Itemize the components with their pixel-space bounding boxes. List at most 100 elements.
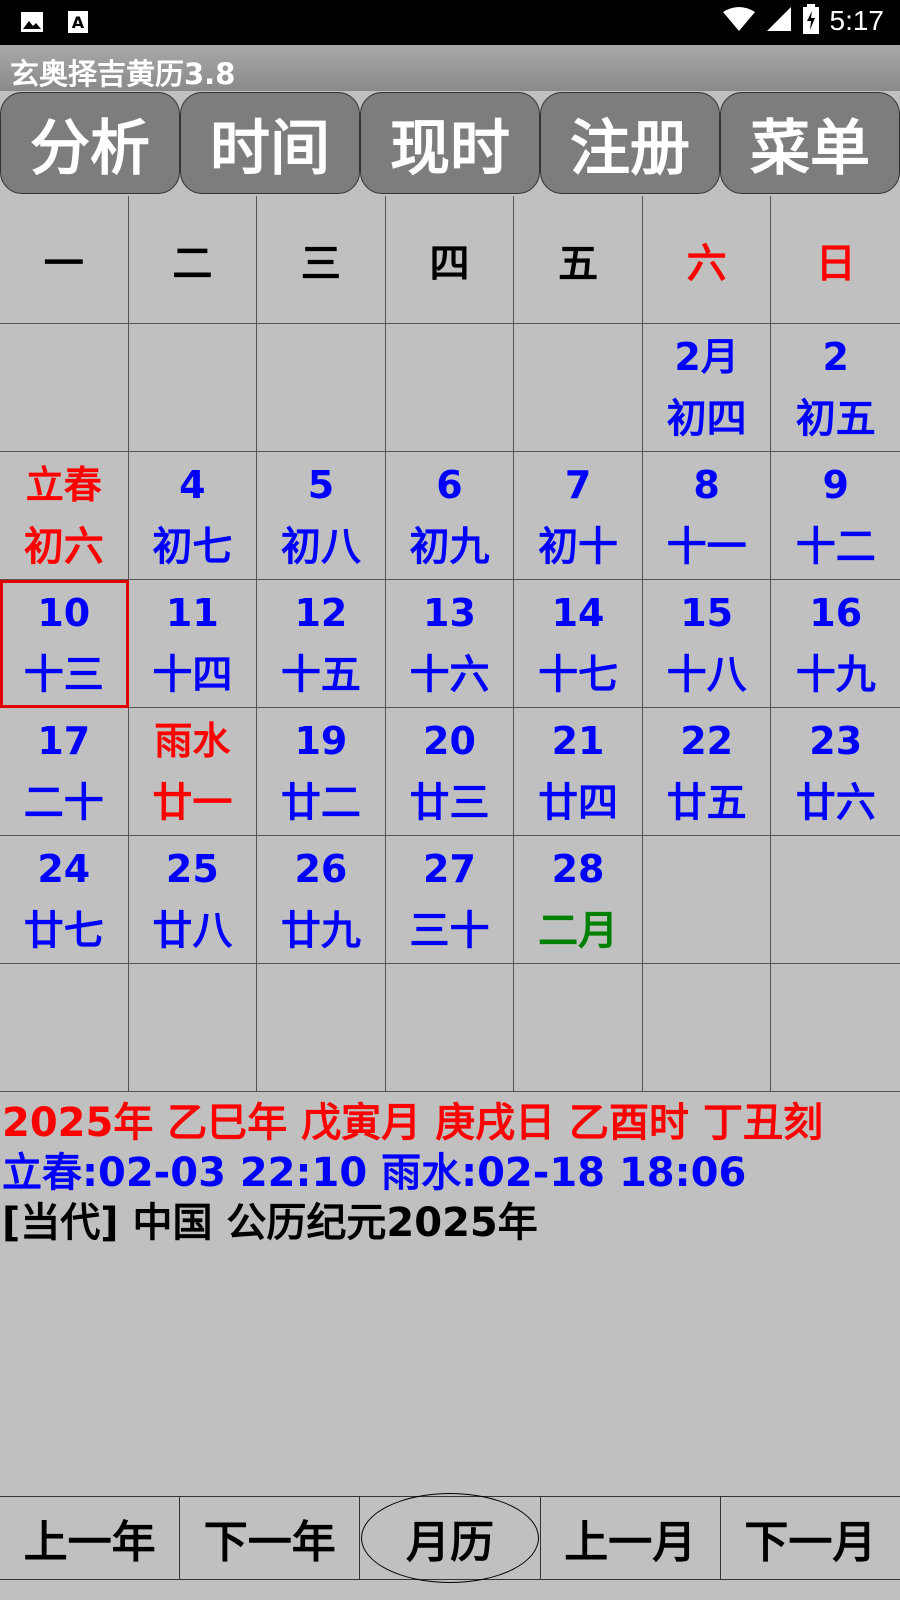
weekday-header: 六 (642, 196, 772, 324)
weekday-label: 三 (300, 240, 341, 287)
lunar-day: 廿一 (152, 779, 233, 826)
day-cell[interactable]: 2 初五 (771, 324, 900, 452)
day-number: 5 (307, 462, 335, 507)
day-cell[interactable]: 14 十七 (514, 580, 643, 708)
day-cell[interactable]: 15 十八 (642, 580, 772, 708)
day-number: 17 (37, 718, 91, 763)
day-number: 19 (294, 718, 348, 763)
lunar-day: 十七 (538, 651, 619, 698)
day-cell[interactable]: 19 廿二 (257, 708, 386, 836)
day-cell-selected[interactable]: 10 十三 (0, 580, 129, 708)
solar-term: 雨水 (154, 718, 231, 763)
lunar-day: 廿二 (280, 779, 361, 826)
weekday-label: 一 (43, 240, 84, 287)
day-cell[interactable]: 2月 初四 (642, 324, 772, 452)
lunar-day: 廿六 (795, 779, 876, 826)
day-cell[interactable]: 13 十六 (385, 580, 515, 708)
day-cell[interactable]: 20 廿三 (385, 708, 515, 836)
menu-button[interactable]: 菜单 (720, 92, 900, 194)
now-button[interactable]: 现时 (360, 92, 540, 194)
weekday-header: 四 (385, 196, 515, 324)
status-clock: 5:17 (829, 5, 885, 36)
lunar-day: 初十 (538, 523, 619, 570)
day-cell[interactable]: 17 二十 (0, 708, 129, 836)
day-cell[interactable]: 16 十九 (771, 580, 900, 708)
image-notification-icon (20, 10, 44, 34)
weekday-label-saturday: 六 (686, 240, 727, 287)
lunar-day: 廿五 (666, 779, 747, 826)
day-cell-empty (642, 964, 772, 1092)
day-cell-empty (771, 964, 900, 1092)
day-cell[interactable]: 24 廿七 (0, 836, 129, 964)
signal-icon (766, 6, 792, 36)
lunar-day: 廿七 (23, 907, 104, 954)
calendar-grid: 一 二 三 四 五 六 日 2月 初四 2 初五 立春 初六 4 初七 5 初八 6 初九 … (0, 196, 900, 1092)
weekday-label: 四 (429, 240, 470, 287)
day-cell[interactable]: 雨水 廿一 (128, 708, 258, 836)
wifi-icon (722, 6, 756, 36)
next-year-button[interactable]: 下一年 (180, 1497, 361, 1579)
lunar-day: 十二 (795, 523, 876, 570)
weekday-header: 二 (128, 196, 258, 324)
day-number: 16 (809, 590, 863, 635)
day-number: 7 (564, 462, 592, 507)
weekday-header: 一 (0, 196, 129, 324)
weekday-label-sunday: 日 (815, 240, 856, 287)
day-cell[interactable]: 21 廿四 (514, 708, 643, 836)
date-info-panel: 2025年 乙巳年 戊寅月 庚戌日 乙酉时 丁丑刻 立春:02-03 22:10… (2, 1098, 898, 1248)
lunar-day: 三十 (409, 907, 490, 954)
lunar-day: 廿四 (538, 779, 619, 826)
day-cell[interactable]: 6 初九 (385, 452, 515, 580)
register-button[interactable]: 注册 (540, 92, 720, 194)
day-cell[interactable]: 25 廿八 (128, 836, 258, 964)
time-button[interactable]: 时间 (180, 92, 360, 194)
day-number: 26 (294, 846, 348, 891)
day-number: 13 (423, 590, 476, 635)
ganzhi-info: 2025年 乙巳年 戊寅月 庚戌日 乙酉时 丁丑刻 (2, 1100, 823, 1146)
lunar-day: 十六 (409, 651, 490, 698)
day-cell[interactable]: 立春 初六 (0, 452, 129, 580)
day-number: 2月 (674, 334, 739, 379)
day-cell[interactable]: 12 十五 (257, 580, 386, 708)
weekday-header: 五 (514, 196, 643, 324)
day-number: 23 (809, 718, 863, 763)
month-calendar-label: 月历 (361, 1493, 539, 1583)
day-number: 25 (165, 846, 219, 891)
day-number: 11 (165, 590, 219, 635)
bottom-nav: 上一年 下一年 月历 上一月 下一月 (0, 1493, 900, 1583)
day-cell[interactable]: 22 廿五 (642, 708, 772, 836)
weekday-label: 二 (172, 240, 213, 287)
day-cell[interactable]: 7 初十 (514, 452, 643, 580)
day-number: 27 (423, 846, 476, 891)
day-cell[interactable]: 4 初七 (128, 452, 258, 580)
day-cell[interactable]: 8 十一 (642, 452, 772, 580)
day-cell[interactable]: 5 初八 (257, 452, 386, 580)
lunar-day: 十四 (152, 651, 233, 698)
lunar-month-start: 二月 (538, 907, 619, 954)
day-cell[interactable]: 11 十四 (128, 580, 258, 708)
day-cell[interactable]: 26 廿九 (257, 836, 386, 964)
prev-month-button[interactable]: 上一月 (541, 1497, 721, 1579)
lunar-day: 初九 (409, 523, 490, 570)
day-number: 20 (423, 718, 476, 763)
day-cell-empty (385, 324, 515, 452)
day-cell[interactable]: 9 十二 (771, 452, 900, 580)
day-cell[interactable]: 28 二月 (514, 836, 643, 964)
lunar-day: 初八 (280, 523, 361, 570)
month-calendar-button[interactable]: 月历 (360, 1493, 541, 1583)
day-cell-empty (514, 964, 643, 1092)
app-title-bar: 玄奥择吉黄历3.8 (0, 45, 900, 91)
analyze-button[interactable]: 分析 (0, 92, 180, 194)
day-cell-empty (0, 964, 129, 1092)
next-month-button[interactable]: 下一月 (721, 1497, 900, 1579)
day-cell-empty (257, 324, 386, 452)
era-info: [当代] 中国 公历纪元2025年 (2, 1200, 538, 1246)
lunar-day: 十五 (280, 651, 361, 698)
prev-month-label: 上一月 (564, 1517, 697, 1568)
day-cell[interactable]: 23 廿六 (771, 708, 900, 836)
day-cell[interactable]: 27 三十 (385, 836, 515, 964)
day-cell-empty (0, 324, 129, 452)
prev-year-button[interactable]: 上一年 (0, 1497, 181, 1579)
lunar-day: 十三 (23, 651, 104, 698)
top-toolbar: 分析 时间 现时 注册 菜单 (0, 92, 900, 196)
